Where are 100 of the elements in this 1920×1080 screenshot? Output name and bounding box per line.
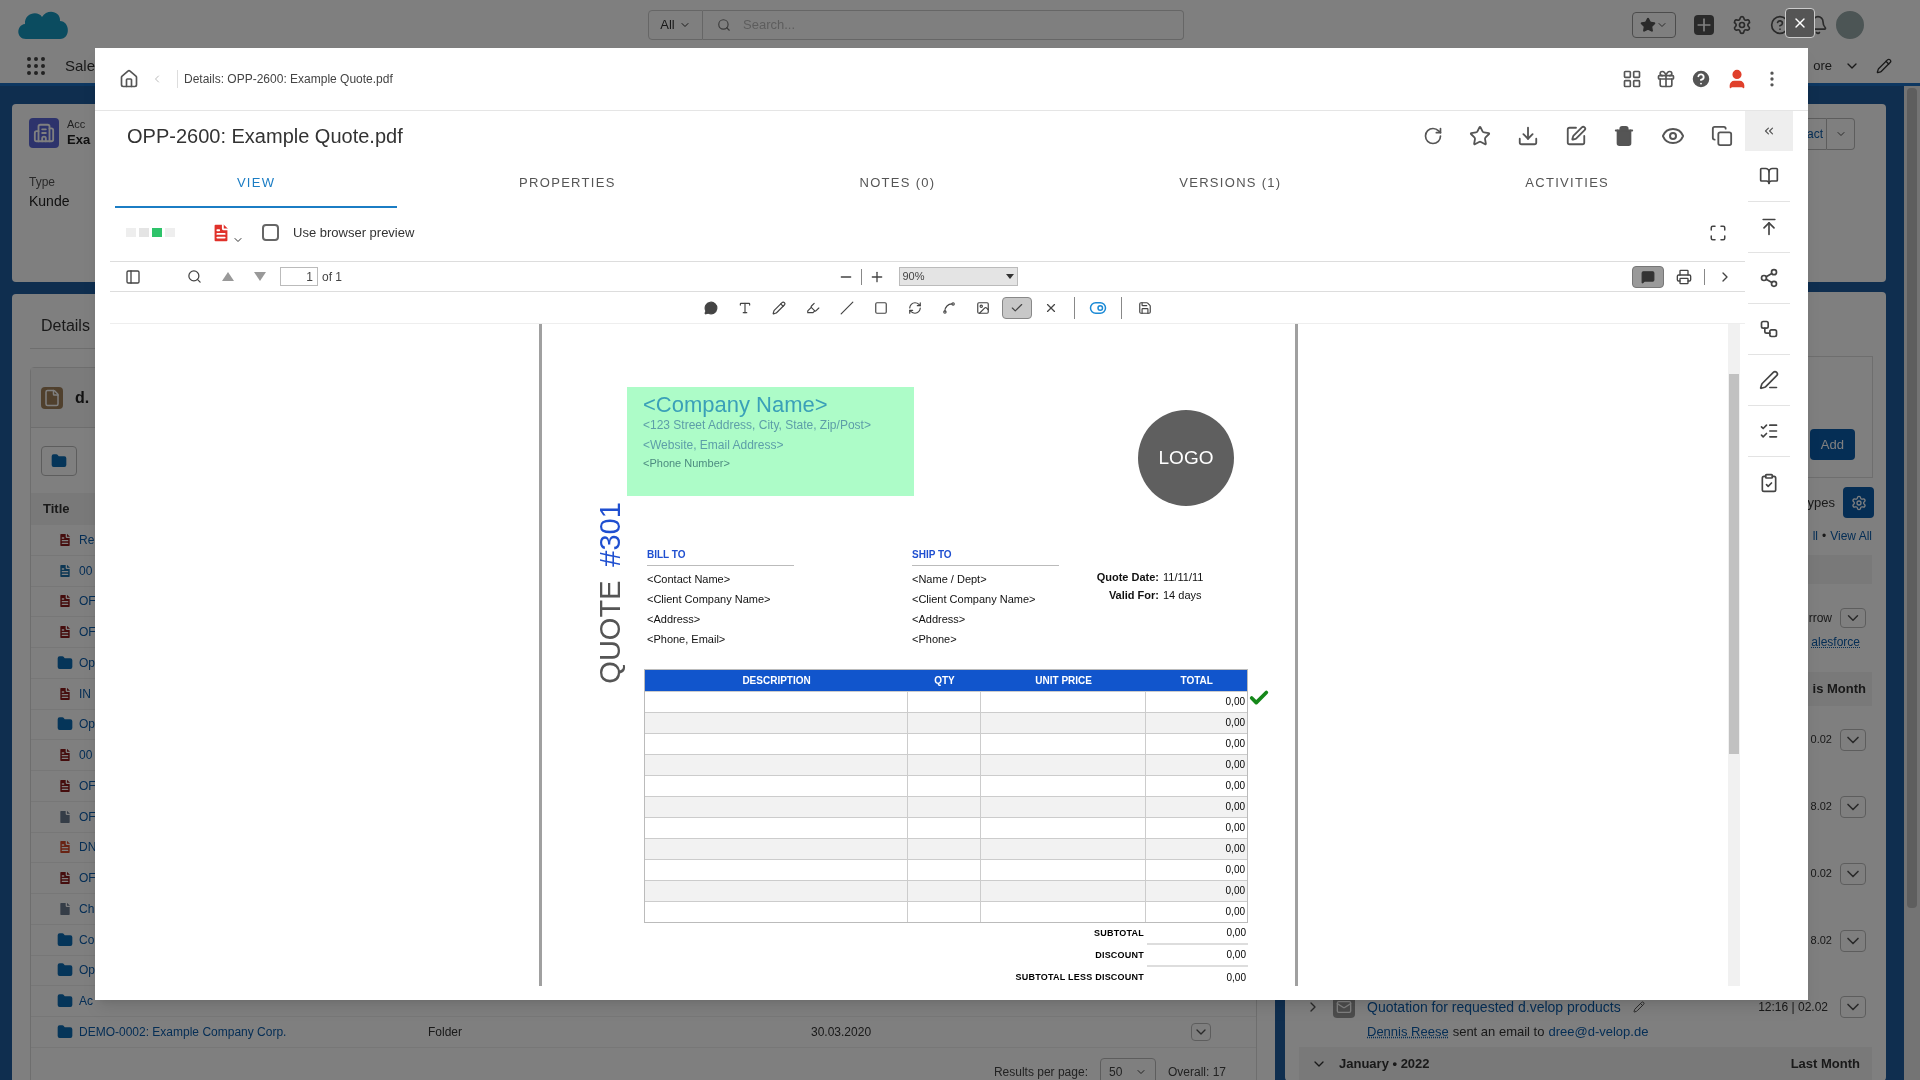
activity-title-link[interactable]: Quotation for requested d.velop products	[1367, 996, 1621, 1018]
quote-label: QUOTE	[595, 580, 625, 684]
column-header: QTY	[933, 673, 956, 688]
meta-label: Valid For:	[1107, 588, 1159, 603]
quote-number: #301	[595, 502, 625, 567]
address-line: <Address>	[912, 611, 967, 627]
file-link[interactable]: Co	[79, 932, 95, 947]
file-link[interactable]: Ac	[79, 994, 93, 1009]
more-tab[interactable]: ore	[1813, 56, 1832, 76]
address-line: <Client Company Name>	[912, 591, 1037, 607]
total-label: DISCOUNT	[1095, 948, 1145, 962]
file-link[interactable]: Re	[79, 532, 95, 547]
total-label: SUBTOTAL LESS DISCOUNT	[1015, 970, 1145, 984]
field-value: Kunde	[29, 192, 70, 211]
tab[interactable]: ACTIVITIES	[1403, 160, 1731, 208]
tab[interactable]: NOTES (0)	[737, 160, 1058, 208]
per-page-select[interactable]: 50	[1099, 1057, 1156, 1080]
column-title: Title	[43, 500, 70, 519]
file-link[interactable]: Op	[79, 655, 95, 670]
email-link[interactable]: dree@d-velop.de	[1548, 1022, 1649, 1042]
total-cell-text: 0,00	[1224, 800, 1246, 814]
file-link[interactable]: OF	[79, 625, 96, 640]
tab[interactable]: VIEW	[115, 160, 398, 208]
address-heading: SHIP TO	[912, 549, 952, 560]
filter-label: ypes	[1807, 493, 1835, 512]
total-value: 0,00	[1147, 922, 1248, 945]
refresh-link[interactable]: ll	[1812, 527, 1818, 545]
overall-count: Overall: 17	[1167, 1063, 1226, 1080]
company-name: <Company Name>	[643, 393, 829, 417]
scope-select[interactable]: All	[648, 9, 703, 40]
file-link[interactable]: OF	[79, 871, 96, 886]
total-cell-text: 0,00	[1224, 863, 1246, 877]
address-line: <Phone, Email>	[647, 631, 727, 647]
company-phone: <Phone Number>	[643, 456, 731, 471]
app-name: Sale	[65, 55, 96, 76]
address-heading: BILL TO	[647, 549, 686, 560]
file-link[interactable]: OF	[79, 778, 96, 793]
total-cell-text: 0,00	[1224, 884, 1246, 898]
document-title: OPP-2600: Example Quote.pdf	[127, 123, 403, 149]
activity-date: 0.02	[1810, 732, 1832, 748]
separator-dot: •	[1822, 528, 1827, 545]
total-cell-text: 0,00	[1224, 695, 1246, 709]
file-link[interactable]: IN	[79, 686, 91, 701]
page-count: of 1	[322, 268, 342, 286]
company-address: <123 Street Address, City, State, Zip/Post>	[643, 417, 872, 433]
total-cell-text: 0,00	[1224, 716, 1246, 730]
record-name: Exa	[67, 131, 91, 148]
file-link[interactable]: Op	[79, 963, 95, 978]
month-title: is Month	[1812, 680, 1866, 699]
file-link[interactable]: Ch	[79, 901, 95, 916]
total-cell-text: 0,00	[1224, 842, 1246, 856]
total-cell-text: 0,00	[1224, 779, 1246, 793]
meta-label: Quote Date:	[1095, 570, 1159, 585]
group-title: January • 2022	[1339, 1055, 1430, 1074]
address-line: <Client Company Name>	[647, 591, 772, 607]
file-link[interactable]: 00	[79, 748, 93, 763]
actor-link[interactable]: Dennis Reese	[1367, 1022, 1449, 1042]
address-line: <Phone>	[912, 631, 958, 647]
total-cell-text: 0,00	[1224, 905, 1246, 919]
column-header: DESCRIPTION	[741, 673, 812, 688]
company-web: <Website, Email Address>	[643, 437, 785, 454]
table-cell-text: Folder	[428, 1023, 463, 1041]
total-value: 0,00	[1147, 944, 1248, 967]
file-link[interactable]: DN	[79, 840, 97, 855]
address-line: <Name / Dept>	[912, 571, 988, 587]
filter-text: rrow	[1808, 610, 1832, 627]
address-line: <Contact Name>	[647, 571, 732, 587]
file-link[interactable]: 00	[79, 563, 93, 578]
group-label: Last Month	[1790, 1055, 1860, 1074]
total-cell-text: 0,00	[1224, 758, 1246, 772]
add-button[interactable]: Add	[1809, 429, 1855, 460]
column-header: UNIT PRICE	[1034, 673, 1093, 688]
column-header: TOTAL	[1179, 673, 1214, 688]
total-value: 0,00	[1225, 971, 1247, 985]
checkbox-label: Use browser preview	[293, 223, 415, 242]
logo-text: LOGO	[1158, 445, 1214, 470]
activity-date: 8.02	[1810, 933, 1832, 949]
tab[interactable]: PROPERTIES	[397, 160, 738, 208]
total-cell-text: 0,00	[1224, 737, 1246, 751]
view-all-link[interactable]: View All	[1830, 527, 1872, 545]
meta-value: 14 days	[1163, 588, 1202, 603]
field-label: Type	[29, 174, 55, 191]
activity-date: 8.02	[1810, 799, 1832, 815]
total-cell-text: 0,00	[1224, 821, 1246, 835]
settings-link[interactable]: alesforce	[1811, 633, 1860, 651]
details-tab[interactable]: Details	[41, 317, 90, 334]
object-label: Acc	[67, 118, 86, 132]
tab[interactable]: VERSIONS (1)	[1057, 160, 1404, 208]
breadcrumb: Details: OPP-2600: Example Quote.pdf	[177, 70, 393, 88]
file-link[interactable]: DEMO-0002: Example Company Corp.	[79, 1024, 287, 1039]
card-title: d.	[75, 387, 90, 408]
page-number-field[interactable]: 1	[280, 267, 318, 286]
file-link[interactable]: OF	[79, 809, 96, 824]
zoom-select[interactable]: 90%	[898, 267, 1018, 286]
meta-value: 11/11/11	[1163, 570, 1204, 585]
file-link[interactable]: OF	[79, 594, 96, 609]
results-label: Results per page:	[993, 1063, 1088, 1080]
total-label: SUBTOTAL	[1094, 926, 1145, 940]
file-link[interactable]: Op	[79, 717, 95, 732]
activity-date: 0.02	[1810, 866, 1832, 882]
